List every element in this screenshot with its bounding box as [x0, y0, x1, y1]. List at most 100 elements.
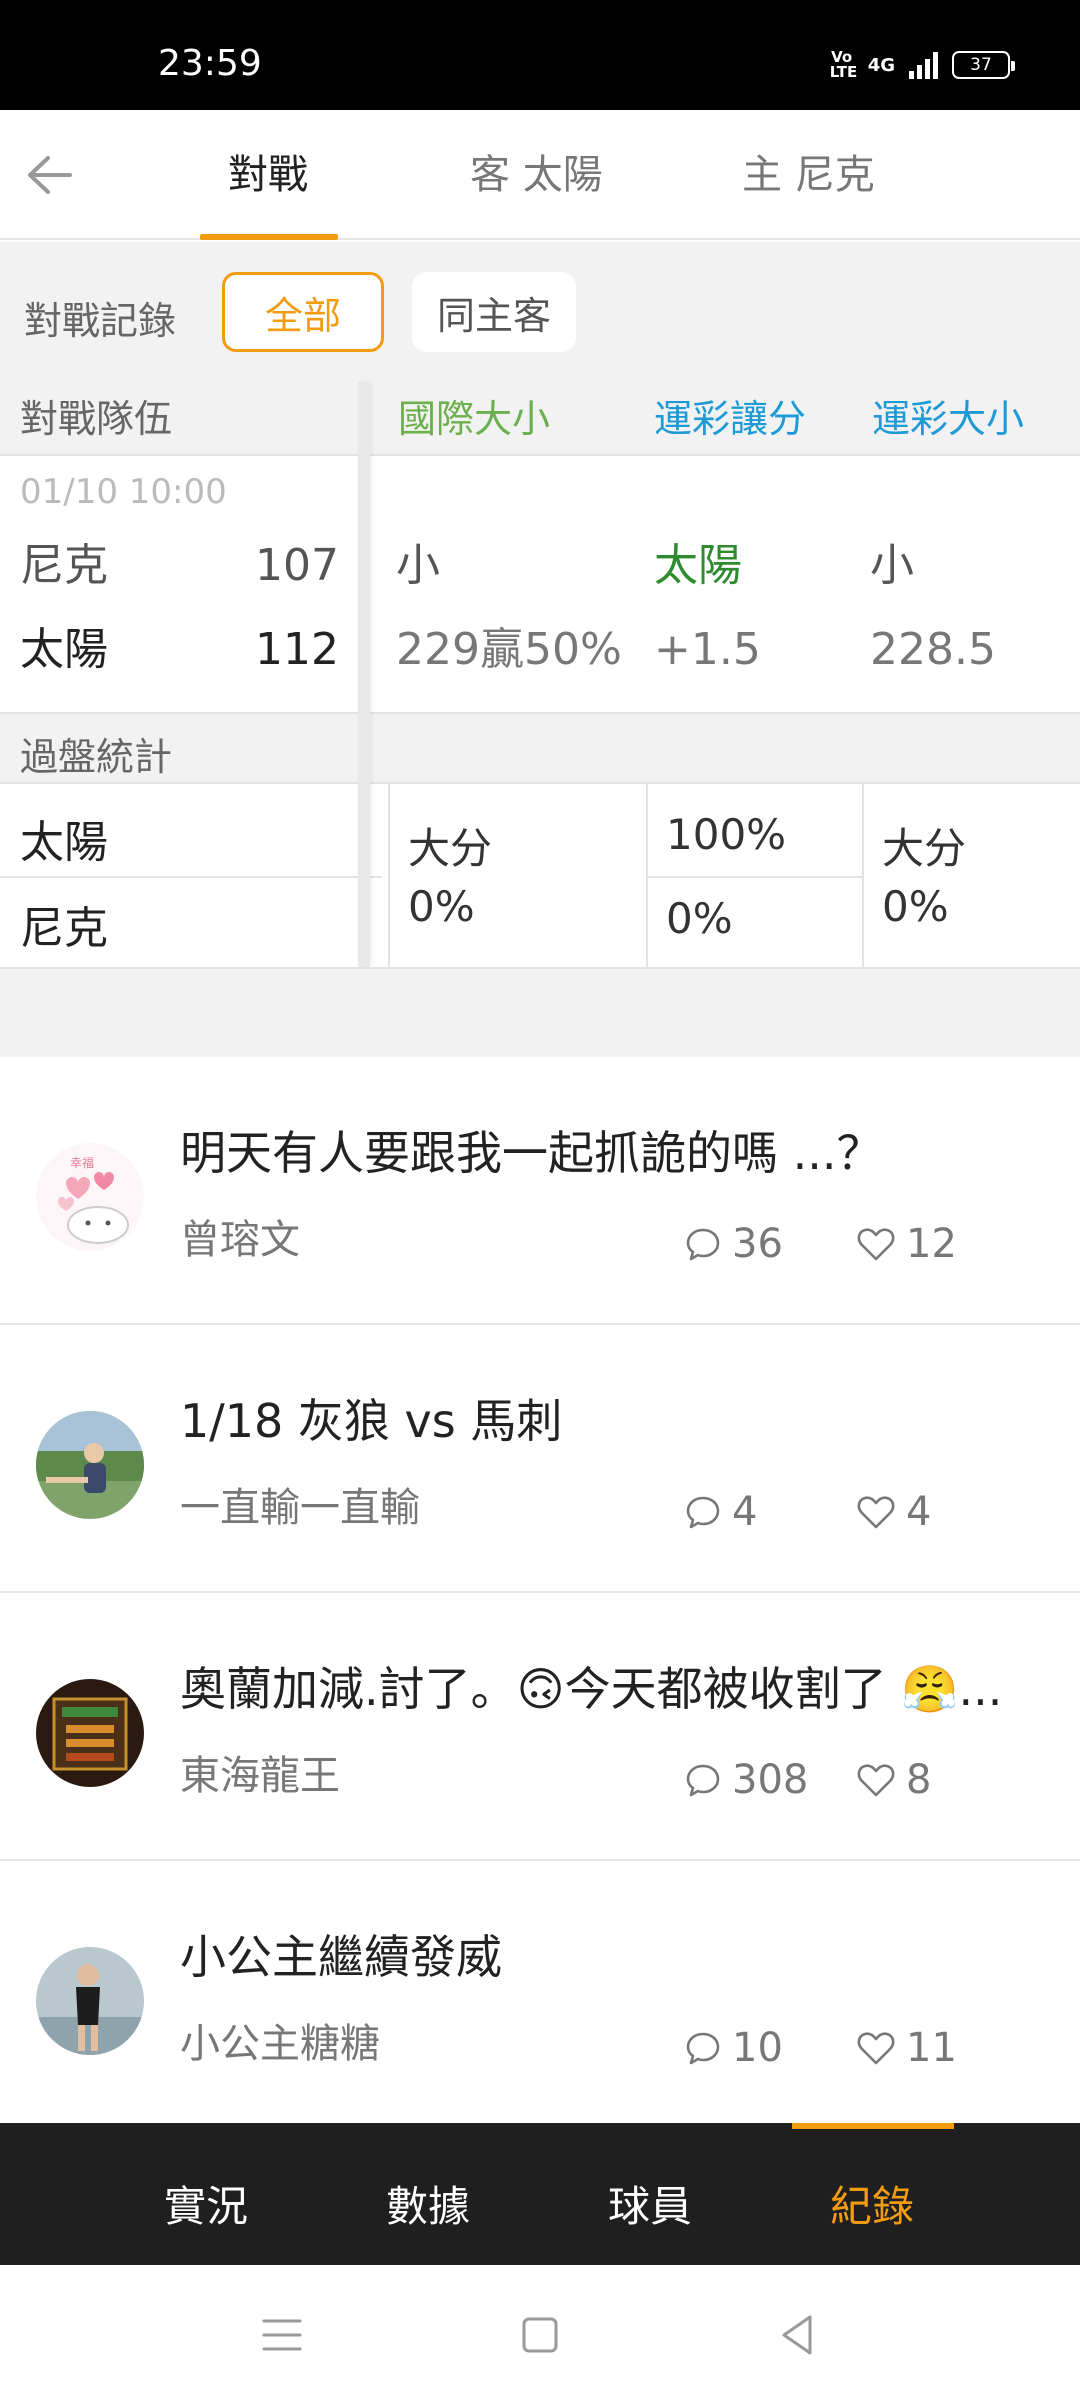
- comment-icon: [686, 2032, 720, 2065]
- total-stat-label: 大分: [882, 824, 967, 873]
- tab-away-team[interactable]: 客 太陽: [470, 152, 603, 198]
- list-item[interactable]: 奧蘭加減.討了。🙃今天都被收割了 😤... 東海龍王 308 8: [0, 1593, 1080, 1861]
- post-title[interactable]: 奧蘭加減.討了。🙃今天都被收割了 😤...: [180, 1661, 1040, 1717]
- row-divider: [0, 876, 382, 878]
- comment-count[interactable]: 36: [684, 1221, 783, 1267]
- sticky-column-shadow: [358, 382, 370, 967]
- row-divider: [648, 876, 862, 878]
- filter-same-venue-button[interactable]: 同主客: [412, 272, 576, 352]
- top-nav: 對戰 客 太陽 主 尼克: [0, 110, 1080, 240]
- post-author[interactable]: 東海龍王: [180, 1743, 340, 1801]
- bottom-tab-bar: 實況 數據 球員 紀錄: [0, 2123, 1080, 2265]
- cartoon-cat-avatar[interactable]: 幸福: [36, 1143, 144, 1251]
- header-spread: 運彩讓分: [654, 397, 807, 441]
- bottom-tab-indicator: [792, 2123, 954, 2129]
- battery-icon: 37: [952, 51, 1015, 79]
- like-count[interactable]: 8: [856, 1757, 931, 1803]
- menu-icon[interactable]: [256, 2309, 308, 2361]
- post-title[interactable]: 1/18 灰狼 vs 馬刺: [180, 1393, 1040, 1449]
- heart-icon: [857, 1228, 895, 1261]
- stats-team-knicks: 尼克: [20, 903, 108, 954]
- tab-records[interactable]: 紀錄: [782, 2173, 962, 2234]
- team-name-suns: 太陽: [20, 624, 108, 675]
- tab-indicator: [200, 234, 338, 240]
- like-count[interactable]: 11: [856, 2025, 957, 2071]
- comment-count[interactable]: 308: [684, 1757, 808, 1803]
- post-author[interactable]: 小公主糖糖: [180, 2011, 380, 2069]
- tab-players[interactable]: 球員: [560, 2173, 740, 2234]
- spread-team: 太陽: [654, 540, 742, 591]
- table-header: 對戰隊伍 國際大小 運彩讓分 運彩大小: [0, 382, 1080, 456]
- tab-matchup[interactable]: 對戰: [228, 152, 308, 198]
- tab-stats[interactable]: 數據: [338, 2173, 518, 2234]
- comment-count[interactable]: 10: [684, 2025, 783, 2071]
- column-divider: [862, 784, 864, 967]
- spread-line: +1.5: [654, 624, 761, 675]
- matchup-table: 對戰隊伍 國際大小 運彩讓分 運彩大小 01/10 10:00 尼克 107 小…: [0, 382, 1080, 967]
- score-suns: 112: [255, 624, 339, 675]
- match-date: 01/10 10:00: [20, 472, 227, 512]
- total-line: 228.5: [870, 624, 996, 675]
- photo-avatar[interactable]: [36, 1411, 144, 1519]
- like-count[interactable]: 12: [856, 1221, 957, 1267]
- svg-text:幸福: 幸福: [70, 1155, 94, 1170]
- comment-count[interactable]: 4: [684, 1489, 757, 1535]
- header-teams: 對戰隊伍: [20, 397, 173, 441]
- like-count-value: 11: [906, 2025, 957, 2071]
- heart-icon: [857, 1764, 895, 1797]
- comment-count-value: 10: [732, 2025, 783, 2071]
- like-count-value: 4: [906, 1489, 932, 1535]
- photo-avatar[interactable]: [36, 1679, 144, 1787]
- list-item[interactable]: 小公主繼續發威 小公主糖糖 10 11: [0, 1861, 1080, 2129]
- signal-icon: [909, 51, 938, 79]
- header-total: 運彩大小: [872, 397, 1025, 441]
- comment-icon: [686, 1764, 720, 1797]
- spread-stat-suns: 100%: [666, 810, 787, 859]
- comment-icon: [686, 1496, 720, 1529]
- comment-icon: [686, 1228, 720, 1261]
- filter-label: 對戰記錄: [24, 299, 177, 343]
- intl-total-stat-label: 大分: [408, 824, 493, 873]
- spread-stat-knicks: 0%: [666, 894, 733, 943]
- stats-team-suns: 太陽: [20, 817, 108, 868]
- intl-total-result: 小: [396, 540, 440, 591]
- back-arrow-icon[interactable]: [24, 152, 74, 198]
- intl-total-stat-value: 0%: [408, 882, 475, 931]
- status-time: 23:59: [158, 43, 262, 84]
- list-item[interactable]: 幸福 明天有人要跟我一起抓詭的嗎 ...？ 曾瑢文 36 12: [0, 1057, 1080, 1325]
- record-filter: 對戰記錄 全部 同主客: [0, 242, 1080, 382]
- status-bar: 23:59 Vo LTE 4G 37: [0, 0, 1080, 110]
- like-count-value: 12: [906, 1221, 957, 1267]
- list-item[interactable]: 1/18 灰狼 vs 馬刺 一直輸一直輸 4 4: [0, 1325, 1080, 1593]
- total-result: 小: [870, 540, 914, 591]
- post-title[interactable]: 小公主繼續發威: [180, 1929, 1040, 1985]
- intl-total-line: 229贏50%: [396, 624, 622, 675]
- filter-all-button[interactable]: 全部: [222, 272, 384, 352]
- system-nav-bar: [0, 2265, 1080, 2400]
- team-name-knicks: 尼克: [20, 540, 108, 591]
- post-author[interactable]: 一直輸一直輸: [180, 1475, 420, 1533]
- photo-avatar[interactable]: [36, 1947, 144, 2055]
- home-square-icon[interactable]: [514, 2309, 566, 2361]
- header-intl-total: 國際大小: [398, 397, 551, 441]
- like-count[interactable]: 4: [856, 1489, 931, 1535]
- heart-icon: [857, 2032, 895, 2065]
- comment-count-value: 36: [732, 1221, 783, 1267]
- comment-count-value: 308: [732, 1757, 809, 1803]
- volte-icon: Vo LTE: [829, 48, 858, 81]
- battery-level: 37: [970, 55, 992, 75]
- section-spacer: [0, 967, 1080, 1057]
- back-triangle-icon[interactable]: [772, 2309, 824, 2361]
- column-divider: [388, 784, 390, 967]
- post-author[interactable]: 曾瑢文: [180, 1207, 300, 1265]
- tab-home-team[interactable]: 主 尼克: [742, 152, 875, 198]
- discussion-list: 幸福 明天有人要跟我一起抓詭的嗎 ...？ 曾瑢文 36 12 1/18 灰狼 …: [0, 1057, 1080, 2129]
- post-title[interactable]: 明天有人要跟我一起抓詭的嗎 ...？: [180, 1125, 1040, 1181]
- stats-header: 過盤統計: [0, 712, 1080, 784]
- status-icons: Vo LTE 4G 37: [829, 48, 1015, 81]
- score-knicks: 107: [255, 540, 339, 591]
- network-type: 4G: [867, 54, 895, 76]
- comment-count-value: 4: [732, 1489, 758, 1535]
- tab-live[interactable]: 實況: [116, 2173, 296, 2234]
- like-count-value: 8: [906, 1757, 932, 1803]
